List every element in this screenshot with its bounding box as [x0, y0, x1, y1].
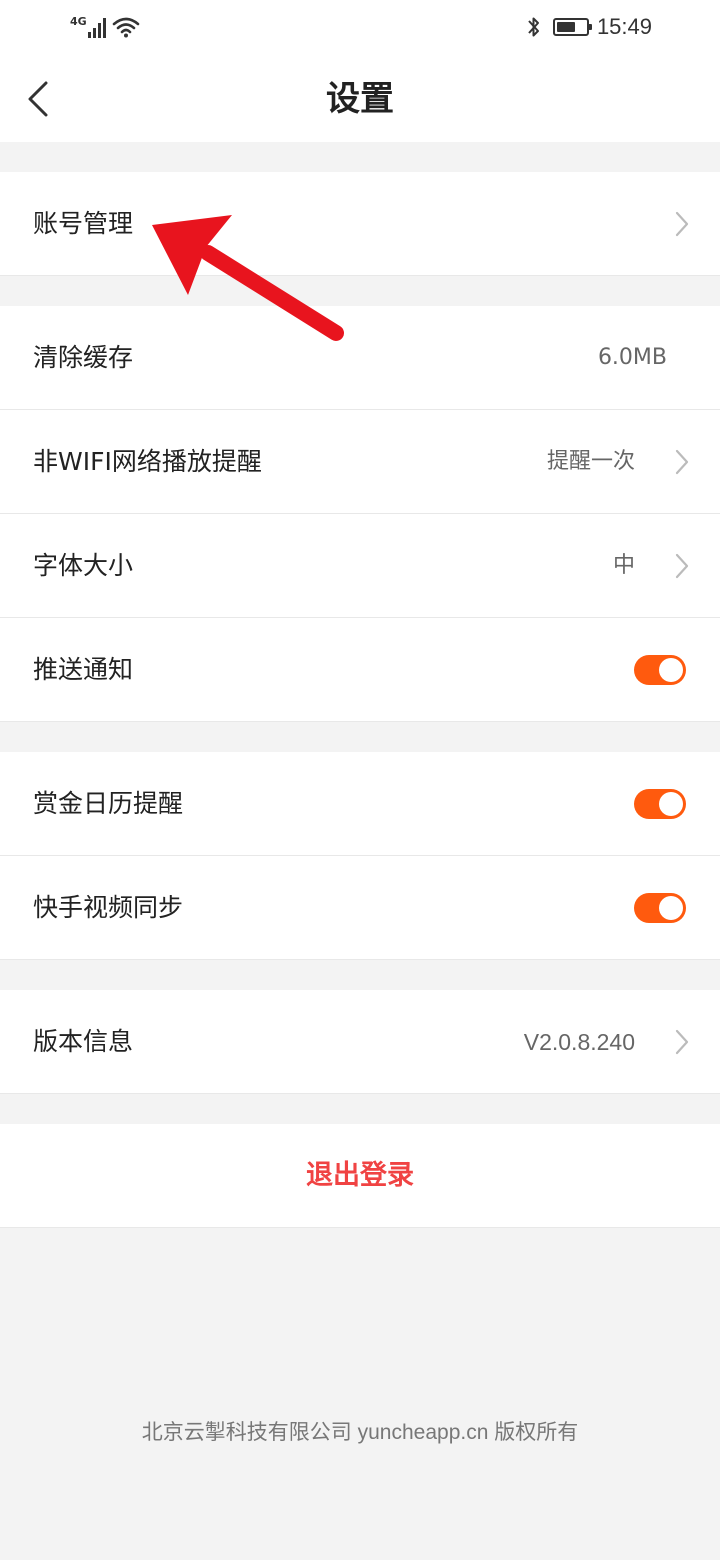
clear-cache-label: 清除缓存 [33, 343, 134, 372]
bounty-calendar-row: 赏金日历提醒 [0, 752, 720, 856]
status-left: 4G [70, 14, 140, 40]
kuaishou-sync-row: 快手视频同步 [0, 856, 720, 960]
copyright-footer: 北京云掣科技有限公司 yuncheapp.cn 版权所有 [141, 1421, 579, 1444]
font-size-label: 字体大小 [33, 551, 134, 580]
status-bar: 4G 15:49 [0, 0, 720, 56]
settings-group-general: 清除缓存 6.0MB 非WIFI网络播放提醒 提醒一次 字体大小 中 推送通知 [0, 306, 720, 722]
push-notification-label: 推送通知 [33, 655, 134, 684]
bluetooth-icon [528, 17, 539, 37]
push-notification-toggle[interactable] [634, 655, 686, 685]
logout-button[interactable]: 退出登录 [0, 1124, 720, 1228]
kuaishou-sync-label: 快手视频同步 [33, 893, 184, 922]
non-wifi-reminder-value: 提醒一次 [546, 449, 635, 474]
font-size-row[interactable]: 字体大小 中 [0, 514, 720, 618]
back-button[interactable] [18, 74, 58, 124]
account-management-row[interactable]: 账号管理 [0, 172, 720, 276]
chevron-left-icon [28, 81, 48, 117]
settings-group-about: 版本信息 V2.0.8.240 [0, 990, 720, 1094]
version-value: V2.0.8.240 [523, 1029, 635, 1055]
chevron-right-icon [675, 553, 689, 579]
clear-cache-row[interactable]: 清除缓存 6.0MB [0, 306, 720, 410]
non-wifi-reminder-label: 非WIFI网络播放提醒 [33, 447, 262, 476]
kuaishou-sync-toggle[interactable] [634, 893, 686, 923]
push-notification-row: 推送通知 [0, 618, 720, 722]
chevron-right-icon [675, 449, 689, 475]
version-info-row[interactable]: 版本信息 V2.0.8.240 [0, 990, 720, 1094]
status-time: 15:49 [596, 14, 652, 39]
account-management-label: 账号管理 [33, 209, 134, 238]
page-title: 设置 [326, 79, 394, 119]
network-type: 4G [70, 14, 87, 28]
wifi-icon [112, 17, 139, 38]
status-right: 15:49 [527, 12, 652, 42]
signal-icon [87, 16, 106, 38]
settings-group-sync: 赏金日历提醒 快手视频同步 [0, 752, 720, 960]
version-info-label: 版本信息 [33, 1027, 134, 1056]
non-wifi-reminder-row[interactable]: 非WIFI网络播放提醒 提醒一次 [0, 410, 720, 514]
bounty-calendar-toggle[interactable] [634, 789, 686, 819]
chevron-right-icon [675, 211, 689, 237]
font-size-value: 中 [612, 553, 635, 578]
settings-group-account: 账号管理 [0, 172, 720, 276]
chevron-right-icon [675, 1029, 689, 1055]
battery-icon [552, 18, 592, 36]
nav-bar: 设置 [0, 56, 720, 142]
bounty-calendar-label: 赏金日历提醒 [33, 789, 184, 818]
cache-size-value: 6.0MB [597, 345, 667, 370]
